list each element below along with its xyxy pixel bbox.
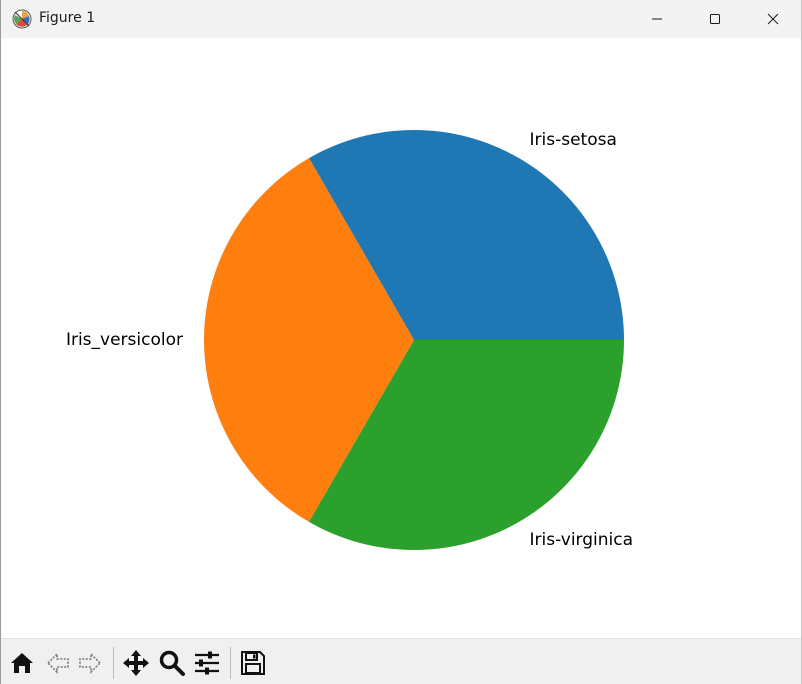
move-icon xyxy=(122,649,150,677)
toolbar-separator xyxy=(230,647,231,679)
configure-subplots-button[interactable] xyxy=(191,647,223,679)
maximize-icon xyxy=(709,13,721,25)
close-button[interactable] xyxy=(744,0,802,38)
pan-button[interactable] xyxy=(120,647,152,679)
pie-label-3: Iris-virginica xyxy=(530,530,634,550)
floppy-disk-icon xyxy=(240,650,266,676)
back-arrow-icon xyxy=(45,650,71,676)
navigation-toolbar xyxy=(1,638,801,684)
magnifier-icon xyxy=(158,649,186,677)
matplotlib-logo-icon xyxy=(12,9,32,29)
toolbar-separator xyxy=(113,647,114,679)
minimize-button[interactable] xyxy=(628,0,686,38)
pie-label-2: Iris_versicolor xyxy=(66,330,183,350)
title-bar[interactable]: Figure 1 xyxy=(1,0,801,38)
close-icon xyxy=(767,13,779,25)
back-button[interactable] xyxy=(42,647,74,679)
figure-canvas[interactable]: Iris-setosa Iris_versicolor Iris-virginica xyxy=(1,38,801,638)
forward-button[interactable] xyxy=(74,647,106,679)
zoom-button[interactable] xyxy=(156,647,188,679)
home-button[interactable] xyxy=(6,647,38,679)
figure-window: Figure 1 Iris-setosa Iris_versicolor Iris-… xyxy=(0,0,802,684)
pie-chart: Iris-setosa Iris_versicolor Iris-virginica xyxy=(66,130,634,550)
home-icon xyxy=(9,650,35,676)
pie-label-1: Iris-setosa xyxy=(530,130,617,150)
minimize-icon xyxy=(651,13,663,25)
forward-arrow-icon xyxy=(77,650,103,676)
maximize-button[interactable] xyxy=(686,0,744,38)
window-title: Figure 1 xyxy=(39,10,96,26)
sliders-icon xyxy=(193,649,221,677)
save-button[interactable] xyxy=(237,647,269,679)
